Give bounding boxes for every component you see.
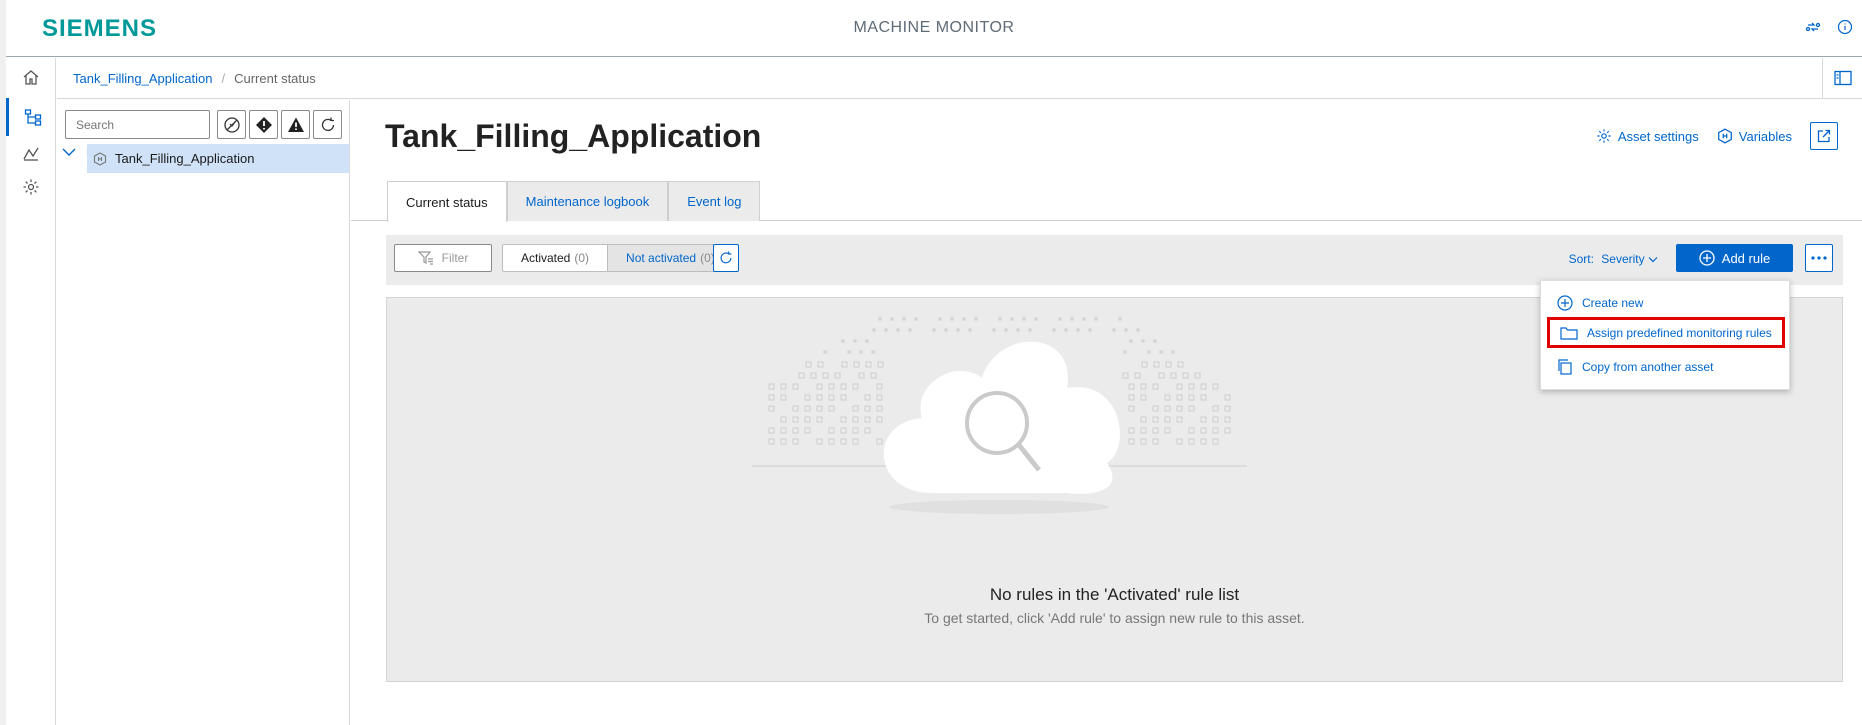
menu-item-label: Copy from another asset: [1582, 360, 1714, 374]
gear-icon: [1597, 129, 1611, 143]
add-rule-label: Add rule: [1721, 250, 1771, 266]
warning-triangle-icon: [287, 117, 304, 132]
asset-settings-button[interactable]: Asset settings: [1596, 128, 1699, 144]
filter-icon: [417, 251, 433, 265]
tree-search-input[interactable]: [65, 110, 210, 139]
activated-tab-button[interactable]: Activated (0): [502, 244, 609, 272]
breadcrumb-separator: /: [221, 70, 226, 86]
tree-node-tank-filling-application[interactable]: Tank_Filling_Application: [87, 144, 349, 173]
add-circle-icon: [1699, 250, 1715, 266]
empty-state-title: No rules in the 'Activated' rule list: [989, 585, 1240, 604]
more-dots-icon: [1811, 256, 1827, 260]
chevron-down-icon[interactable]: [62, 147, 76, 157]
rules-refresh-button[interactable]: [713, 244, 739, 272]
error-filter-button[interactable]: [249, 110, 278, 139]
menu-item-create-new[interactable]: Create new: [1547, 289, 1785, 317]
tab-current-status[interactable]: Current status: [387, 181, 507, 222]
tab-bar: Current status Maintenance logbook Event…: [387, 181, 761, 222]
main-content: Tank_Filling_Application Asset settings …: [351, 100, 1862, 725]
refresh-icon: [720, 251, 732, 264]
menu-item-copy-from-asset[interactable]: Copy from another asset: [1547, 353, 1785, 381]
warning-filter-button[interactable]: [281, 110, 310, 139]
variables-button[interactable]: Variables: [1717, 128, 1792, 144]
rules-toolbar: Filter Activated (0) Not activated (0) S…: [386, 235, 1843, 285]
sort-label: Sort:: [1568, 252, 1594, 266]
asset-settings-label: Asset settings: [1617, 128, 1699, 144]
copy-icon: [1558, 359, 1572, 375]
info-icon[interactable]: [1836, 18, 1854, 36]
not-activated-label: Not activated: [626, 251, 697, 265]
app-title: MACHINE MONITOR: [853, 19, 1015, 36]
empty-state-subtitle: To get started, click 'Add rule' to assi…: [924, 610, 1305, 626]
sidebar-panel-icon: [1833, 70, 1852, 86]
add-rule-dropdown-menu: Create new Assign predefined monitoring …: [1540, 280, 1790, 390]
app-root: SIEMENS MACHINE MONITOR Tank_Filling_App…: [0, 0, 1862, 725]
home-icon[interactable]: [6, 58, 56, 96]
folder-icon: [1560, 326, 1578, 340]
add-circle-icon: [1557, 295, 1573, 311]
filter-label: Filter: [441, 251, 469, 265]
add-rule-button[interactable]: Add rule: [1676, 244, 1793, 272]
settings-gear-icon[interactable]: [6, 168, 56, 206]
breadcrumb: Tank_Filling_Application / Current statu…: [57, 58, 1862, 99]
page-actions: Asset settings Variables: [1596, 122, 1838, 150]
chevron-down-icon: [1648, 257, 1658, 263]
no-status-icon: [223, 116, 240, 133]
tree-refresh-button[interactable]: [313, 110, 342, 139]
asset-hierarchy-icon[interactable]: [6, 98, 56, 136]
error-diamond-icon: [255, 116, 272, 133]
breadcrumb-current: Current status: [234, 70, 316, 86]
filter-button[interactable]: Filter: [394, 244, 492, 272]
more-options-button[interactable]: [1805, 244, 1833, 272]
panel-toggle-button[interactable]: [1822, 58, 1862, 98]
left-nav-rail: [6, 58, 56, 725]
tab-event-log[interactable]: Event log: [668, 181, 761, 221]
sort-dropdown[interactable]: Sort: Severity: [1569, 252, 1658, 266]
tree-node-label: Tank_Filling_Application: [115, 151, 255, 166]
monitoring-icon[interactable]: [6, 134, 56, 172]
breadcrumb-asset-link[interactable]: Tank_Filling_Application: [73, 71, 212, 86]
menu-item-label: Create new: [1582, 296, 1644, 310]
variables-label: Variables: [1738, 128, 1792, 144]
tree-filter-buttons: [217, 110, 342, 139]
menu-item-assign-predefined-rules[interactable]: Assign predefined monitoring rules: [1547, 317, 1785, 348]
asset-node-icon: [93, 151, 107, 166]
open-external-button[interactable]: [1810, 122, 1838, 150]
activated-count: (0): [574, 251, 590, 265]
sort-value: Severity: [1601, 252, 1645, 266]
tab-maintenance-logbook[interactable]: Maintenance logbook: [506, 181, 669, 221]
activation-segmented-control: Activated (0) Not activated (0): [502, 244, 734, 272]
top-header: SIEMENS MACHINE MONITOR: [6, 0, 1862, 57]
header-icons: [1804, 18, 1854, 36]
page-title: Tank_Filling_Application: [385, 118, 762, 154]
connection-icon[interactable]: [1804, 18, 1822, 36]
status-filter-button[interactable]: [217, 110, 246, 139]
menu-item-label: Assign predefined monitoring rules: [1587, 325, 1772, 340]
refresh-icon: [321, 117, 334, 131]
external-link-icon: [1817, 129, 1831, 143]
variables-icon: [1717, 128, 1732, 144]
asset-tree-panel: edge Tank_Filling_Application: [57, 100, 350, 725]
activated-label: Activated: [521, 251, 571, 265]
